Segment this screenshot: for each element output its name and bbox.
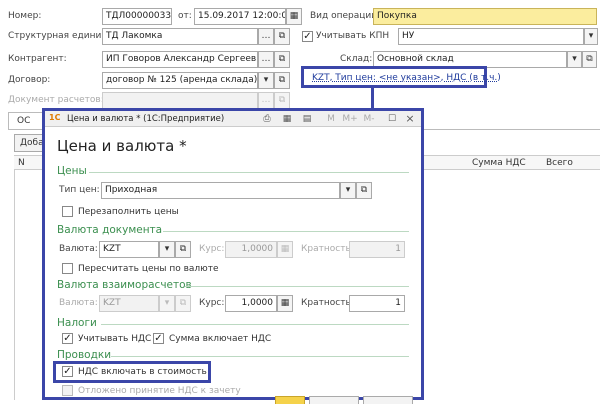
- amount-includes-vat-label: Сумма включает НДС: [169, 334, 272, 344]
- highlight-connector: [371, 88, 374, 110]
- number-label: Номер:: [8, 11, 42, 21]
- chevron-down-icon[interactable]: ▾: [258, 72, 274, 89]
- currency-field[interactable]: KZT: [99, 241, 159, 258]
- open-icon[interactable]: ⧉: [582, 51, 597, 68]
- rate-label: Курс:: [199, 244, 225, 254]
- operation-label: Вид операции:: [310, 11, 381, 21]
- cancel-button[interactable]: [363, 396, 413, 404]
- memory-button[interactable]: M: [325, 113, 337, 125]
- s-multiplicity-field[interactable]: 1: [349, 295, 405, 312]
- currency-label: Валюта:: [59, 244, 98, 254]
- ok-button[interactable]: [275, 396, 305, 404]
- save-button[interactable]: [309, 396, 359, 404]
- settlement-doc-field[interactable]: [102, 92, 258, 109]
- s-multiplicity-label: Кратность:: [301, 298, 354, 308]
- refill-prices-checkbox[interactable]: [62, 206, 73, 217]
- close-icon[interactable]: ×: [404, 113, 416, 125]
- memory-plus-button[interactable]: M+: [342, 113, 358, 125]
- open-icon[interactable]: ⧉: [274, 28, 290, 45]
- kpn-label: Учитывать КПН: [316, 31, 390, 41]
- rate-field[interactable]: 1,0000: [225, 241, 277, 258]
- open-icon[interactable]: ⧉: [274, 51, 290, 68]
- settlement-section-line: [185, 286, 409, 287]
- unit-field[interactable]: ТД Лакомка: [102, 28, 258, 45]
- dialog-titlebar: 1С Цена и валюта * (1С:Предприятие) ⎙ ▦ …: [45, 111, 421, 127]
- recalc-label: Пересчитать цены по валюте: [78, 264, 219, 274]
- warehouse-label: Склад:: [340, 54, 373, 64]
- s-currency-label: Валюта:: [59, 298, 98, 308]
- doc-currency-section-line: [163, 231, 409, 232]
- postings-section-line: [111, 356, 409, 357]
- dialog-title: Цена и валюта * (1С:Предприятие): [67, 114, 225, 124]
- settlement-section-title: Валюта взаиморасчетов: [57, 279, 192, 291]
- col-total: Всего: [546, 158, 573, 168]
- multiplicity-field[interactable]: 1: [349, 241, 405, 258]
- price-type-label: Тип цен:: [59, 185, 100, 195]
- deferred-vat-checkbox[interactable]: [62, 385, 73, 396]
- ellipsis-icon[interactable]: …: [258, 28, 274, 45]
- kpn-checkbox[interactable]: ✓: [302, 31, 313, 42]
- open-icon[interactable]: ⧉: [356, 182, 372, 199]
- open-icon[interactable]: ⧉: [274, 92, 290, 109]
- deferred-vat-label: Отложено принятие НДС к зачету: [78, 386, 241, 396]
- taxes-section-title: Налоги: [57, 317, 97, 329]
- settlement-doc-label: Документ расчетов:: [8, 95, 104, 105]
- contract-field[interactable]: договор № 125 (аренда склада): [102, 72, 258, 89]
- calculator-icon[interactable]: ▦: [277, 241, 293, 258]
- unit-label: Структурная единица:: [8, 31, 116, 41]
- print-icon[interactable]: ⎙: [261, 113, 273, 125]
- account-vat-checkbox[interactable]: ✓: [62, 333, 73, 344]
- account-vat-label: Учитывать НДС: [78, 334, 152, 344]
- price-currency-link[interactable]: KZT, Тип цен: <не указан>, НДС (в т.ч.): [312, 73, 501, 83]
- chevron-down-icon[interactable]: ▾: [159, 241, 175, 258]
- counterparty-label: Контрагент:: [8, 54, 67, 64]
- col-n: N: [18, 158, 25, 168]
- open-icon[interactable]: ⧉: [274, 72, 290, 89]
- contract-label: Договор:: [8, 75, 51, 85]
- dialog-heading: Цена и валюта *: [57, 137, 187, 155]
- s-currency-field[interactable]: KZT: [99, 295, 159, 312]
- kpn-field[interactable]: НУ: [398, 28, 584, 45]
- open-icon[interactable]: ⧉: [175, 295, 191, 312]
- taxes-section-line: [101, 324, 409, 325]
- date-field[interactable]: 15.09.2017 12:00:00: [194, 8, 286, 25]
- calendar-icon[interactable]: ▦: [286, 8, 302, 25]
- calculator-icon[interactable]: ▦: [281, 113, 293, 125]
- s-rate-field[interactable]: 1,0000: [225, 295, 277, 312]
- ellipsis-icon[interactable]: …: [258, 51, 274, 68]
- prices-section-line: [89, 172, 409, 173]
- doc-currency-section-title: Валюта документа: [57, 224, 163, 236]
- from-label: от:: [178, 11, 192, 21]
- multiplicity-label: Кратность:: [301, 244, 354, 254]
- open-icon[interactable]: ⧉: [175, 241, 191, 258]
- recalc-checkbox[interactable]: [62, 263, 73, 274]
- chevron-down-icon[interactable]: ▾: [584, 28, 598, 45]
- calendar-icon[interactable]: ▤: [301, 113, 313, 125]
- price-type-field[interactable]: Приходная: [101, 182, 340, 199]
- ellipsis-icon[interactable]: …: [258, 92, 274, 109]
- s-rate-label: Курс:: [199, 298, 225, 308]
- chevron-down-icon[interactable]: ▾: [340, 182, 356, 199]
- price-currency-dialog: 1С Цена и валюта * (1С:Предприятие) ⎙ ▦ …: [42, 108, 424, 404]
- maximize-icon[interactable]: ☐: [386, 113, 398, 125]
- col-vat: Сумма НДС: [472, 158, 526, 168]
- operation-field[interactable]: Покупка: [373, 8, 597, 25]
- vat-in-cost-checkbox[interactable]: ✓: [62, 366, 73, 377]
- counterparty-field[interactable]: ИП Говоров Александр Сергеевич: [102, 51, 258, 68]
- prices-section-title: Цены: [57, 165, 87, 177]
- chevron-down-icon[interactable]: ▾: [567, 51, 582, 68]
- amount-includes-vat-checkbox[interactable]: ✓: [153, 333, 164, 344]
- postings-section-title: Проводки: [57, 349, 112, 361]
- memory-minus-button[interactable]: M-: [361, 113, 377, 125]
- refill-prices-label: Перезаполнить цены: [78, 207, 179, 217]
- vat-in-cost-label: НДС включать в стоимость: [78, 367, 207, 377]
- calculator-icon[interactable]: ▦: [277, 295, 293, 312]
- number-field[interactable]: ТДЛ00000033: [102, 8, 172, 25]
- chevron-down-icon[interactable]: ▾: [159, 295, 175, 312]
- app-logo-icon: 1С: [49, 113, 61, 122]
